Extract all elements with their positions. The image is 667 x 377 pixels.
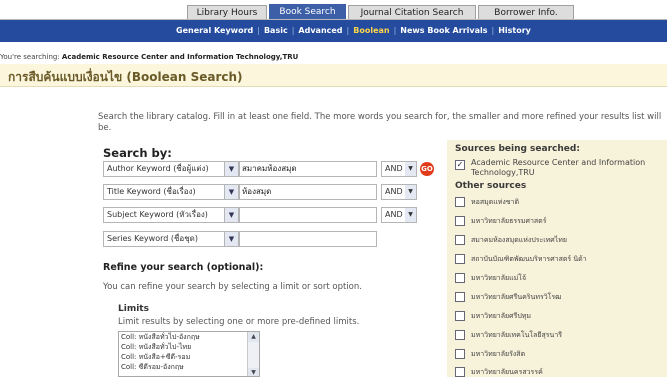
field-select-1[interactable]: Author Keyword (ชื่อผู้แต่ง)	[103, 161, 233, 177]
chevron-down-icon[interactable]: ▼	[224, 184, 239, 200]
source-label: มหาวิทยาลัยธรรมศาสตร์	[471, 217, 547, 225]
chevron-down-icon[interactable]: ▼	[224, 207, 239, 223]
scroll-down-icon[interactable]: ▼	[248, 368, 259, 376]
nav-general-keyword[interactable]: General Keyword	[176, 26, 253, 35]
limits-listbox[interactable]: Coll: หนังสือทั่วไป-อังกฤษ Coll: หนังสือ…	[118, 331, 260, 377]
checkbox-checked-icon[interactable]: ✓	[455, 160, 465, 170]
nav-bar: General Keyword | Basic | Advanced | Boolean | N…	[0, 20, 667, 42]
chevron-down-icon: ▼	[405, 208, 416, 222]
source-label: มหาวิทยาลัยนครสวรรค์	[471, 368, 543, 376]
source-label: หอสมุดแห่งชาติ	[471, 198, 520, 206]
chevron-down-icon: ▼	[405, 185, 416, 199]
search-input-3[interactable]	[239, 207, 377, 223]
field-select-4[interactable]: Series Keyword (ชื่อชุด)	[103, 231, 233, 247]
field-select-3[interactable]: Subject Keyword (หัวเรื่อง)	[103, 207, 233, 223]
source-label: มหาวิทยาลัยศรีนครินทรวิโรฒ	[471, 293, 562, 301]
source-label: สถาบันบัณฑิตพัฒนบริหารศาสตร์ นิด้า	[471, 255, 587, 263]
tab-journal-citation-search[interactable]: Journal Citation Search	[348, 5, 476, 20]
checkbox-icon[interactable]	[455, 254, 465, 264]
chevron-down-icon[interactable]: ▼	[224, 161, 239, 177]
nav-advanced[interactable]: Advanced	[298, 26, 342, 35]
nav-boolean[interactable]: Boolean	[353, 26, 389, 35]
source-label: มหาวิทยาลัยเทคโนโลยีสุรนารี	[471, 331, 563, 339]
field-select-2[interactable]: Title Keyword (ชื่อเรื่อง)	[103, 184, 233, 200]
search-input-2[interactable]: ห้องสมุด	[239, 184, 377, 200]
checkbox-icon[interactable]	[455, 311, 465, 321]
searching-prefix: You're searching:	[0, 53, 60, 61]
source-label: สมาคมห้องสมุดแห่งประเทศไทย	[471, 236, 567, 244]
checkbox-icon[interactable]	[455, 197, 465, 207]
scroll-up-icon[interactable]: ▲	[248, 332, 259, 342]
checkbox-icon[interactable]	[455, 330, 465, 340]
chevron-down-icon: ▼	[405, 162, 416, 176]
refine-heading: Refine your search (optional):	[103, 262, 264, 273]
checkbox-icon[interactable]	[455, 349, 465, 359]
tab-book-search[interactable]: Book Search	[269, 4, 346, 20]
search-by-heading: Search by:	[103, 146, 172, 160]
tabs-bar: Library Hours Book Search Journal Citati…	[0, 0, 667, 20]
refine-text: You can refine your search by selecting …	[103, 282, 362, 292]
operator-value-2: AND	[385, 187, 403, 196]
source-label: มหาวิทยาลัยแม่โจ้	[471, 274, 527, 282]
page-title: การสืบค้นแบบเงื่อนไข (Boolean Search)	[8, 70, 243, 84]
operator-select-1[interactable]: AND ▼	[381, 161, 417, 177]
title-bar: การสืบค้นแบบเงื่อนไข (Boolean Search)	[0, 64, 667, 87]
operator-value-3: AND	[385, 210, 403, 219]
checkbox-icon[interactable]	[455, 367, 465, 377]
sources-panel: Sources being searched: ✓ Academic Resou…	[447, 140, 667, 377]
limits-text: Limit results by selecting one or more p…	[118, 317, 360, 327]
intro-text: Search the library catalog. Fill in at l…	[98, 112, 662, 133]
limits-scrollbar[interactable]: ▲ ▼	[247, 332, 259, 376]
list-item[interactable]: Coll: หนังสือ+ซีดี-รอม	[119, 352, 259, 362]
list-item[interactable]: Coll: หนังสือทั่วไป-อังกฤษ	[119, 332, 259, 342]
source-main-label: Academic Resource Center and Information…	[471, 158, 646, 177]
checkbox-icon[interactable]	[455, 292, 465, 302]
source-label: มหาวิทยาลัยศรีปทุม	[471, 312, 532, 320]
source-label: มหาวิทยาลัยรังสิต	[471, 350, 526, 358]
checkbox-icon[interactable]	[455, 216, 465, 226]
nav-history[interactable]: History	[498, 26, 531, 35]
checkbox-icon[interactable]	[455, 235, 465, 245]
chevron-down-icon[interactable]: ▼	[224, 231, 239, 247]
nav-links: General Keyword | Basic | Advanced | Boolean | N…	[176, 26, 531, 35]
searching-source-name: Academic Resource Center and Information…	[61, 53, 299, 61]
tab-borrower-info[interactable]: Borrower Info.	[478, 5, 574, 20]
go-button[interactable]: GO	[420, 162, 434, 176]
nav-basic[interactable]: Basic	[264, 26, 288, 35]
sources-heading: Sources being searched:	[455, 144, 580, 154]
list-item[interactable]: Coll: ซีดีรอม-อังกฤษ	[119, 362, 259, 372]
list-item[interactable]: Coll: หนังสือทั่วไป-ไทย	[119, 342, 259, 352]
operator-value-1: AND	[385, 164, 403, 173]
other-sources-heading: Other sources	[455, 181, 527, 191]
limits-heading: Limits	[118, 304, 149, 314]
nav-news-book-arrivals[interactable]: News Book Arrivals	[400, 26, 487, 35]
search-input-1[interactable]: สมาคมห้องสมุด	[239, 161, 377, 177]
searching-line: You're searching: Academic Resource Cent…	[0, 53, 298, 61]
operator-select-3[interactable]: AND ▼	[381, 207, 417, 223]
operator-select-2[interactable]: AND ▼	[381, 184, 417, 200]
search-input-4[interactable]	[239, 231, 377, 247]
tab-library-hours[interactable]: Library Hours	[187, 5, 267, 20]
checkbox-icon[interactable]	[455, 273, 465, 283]
